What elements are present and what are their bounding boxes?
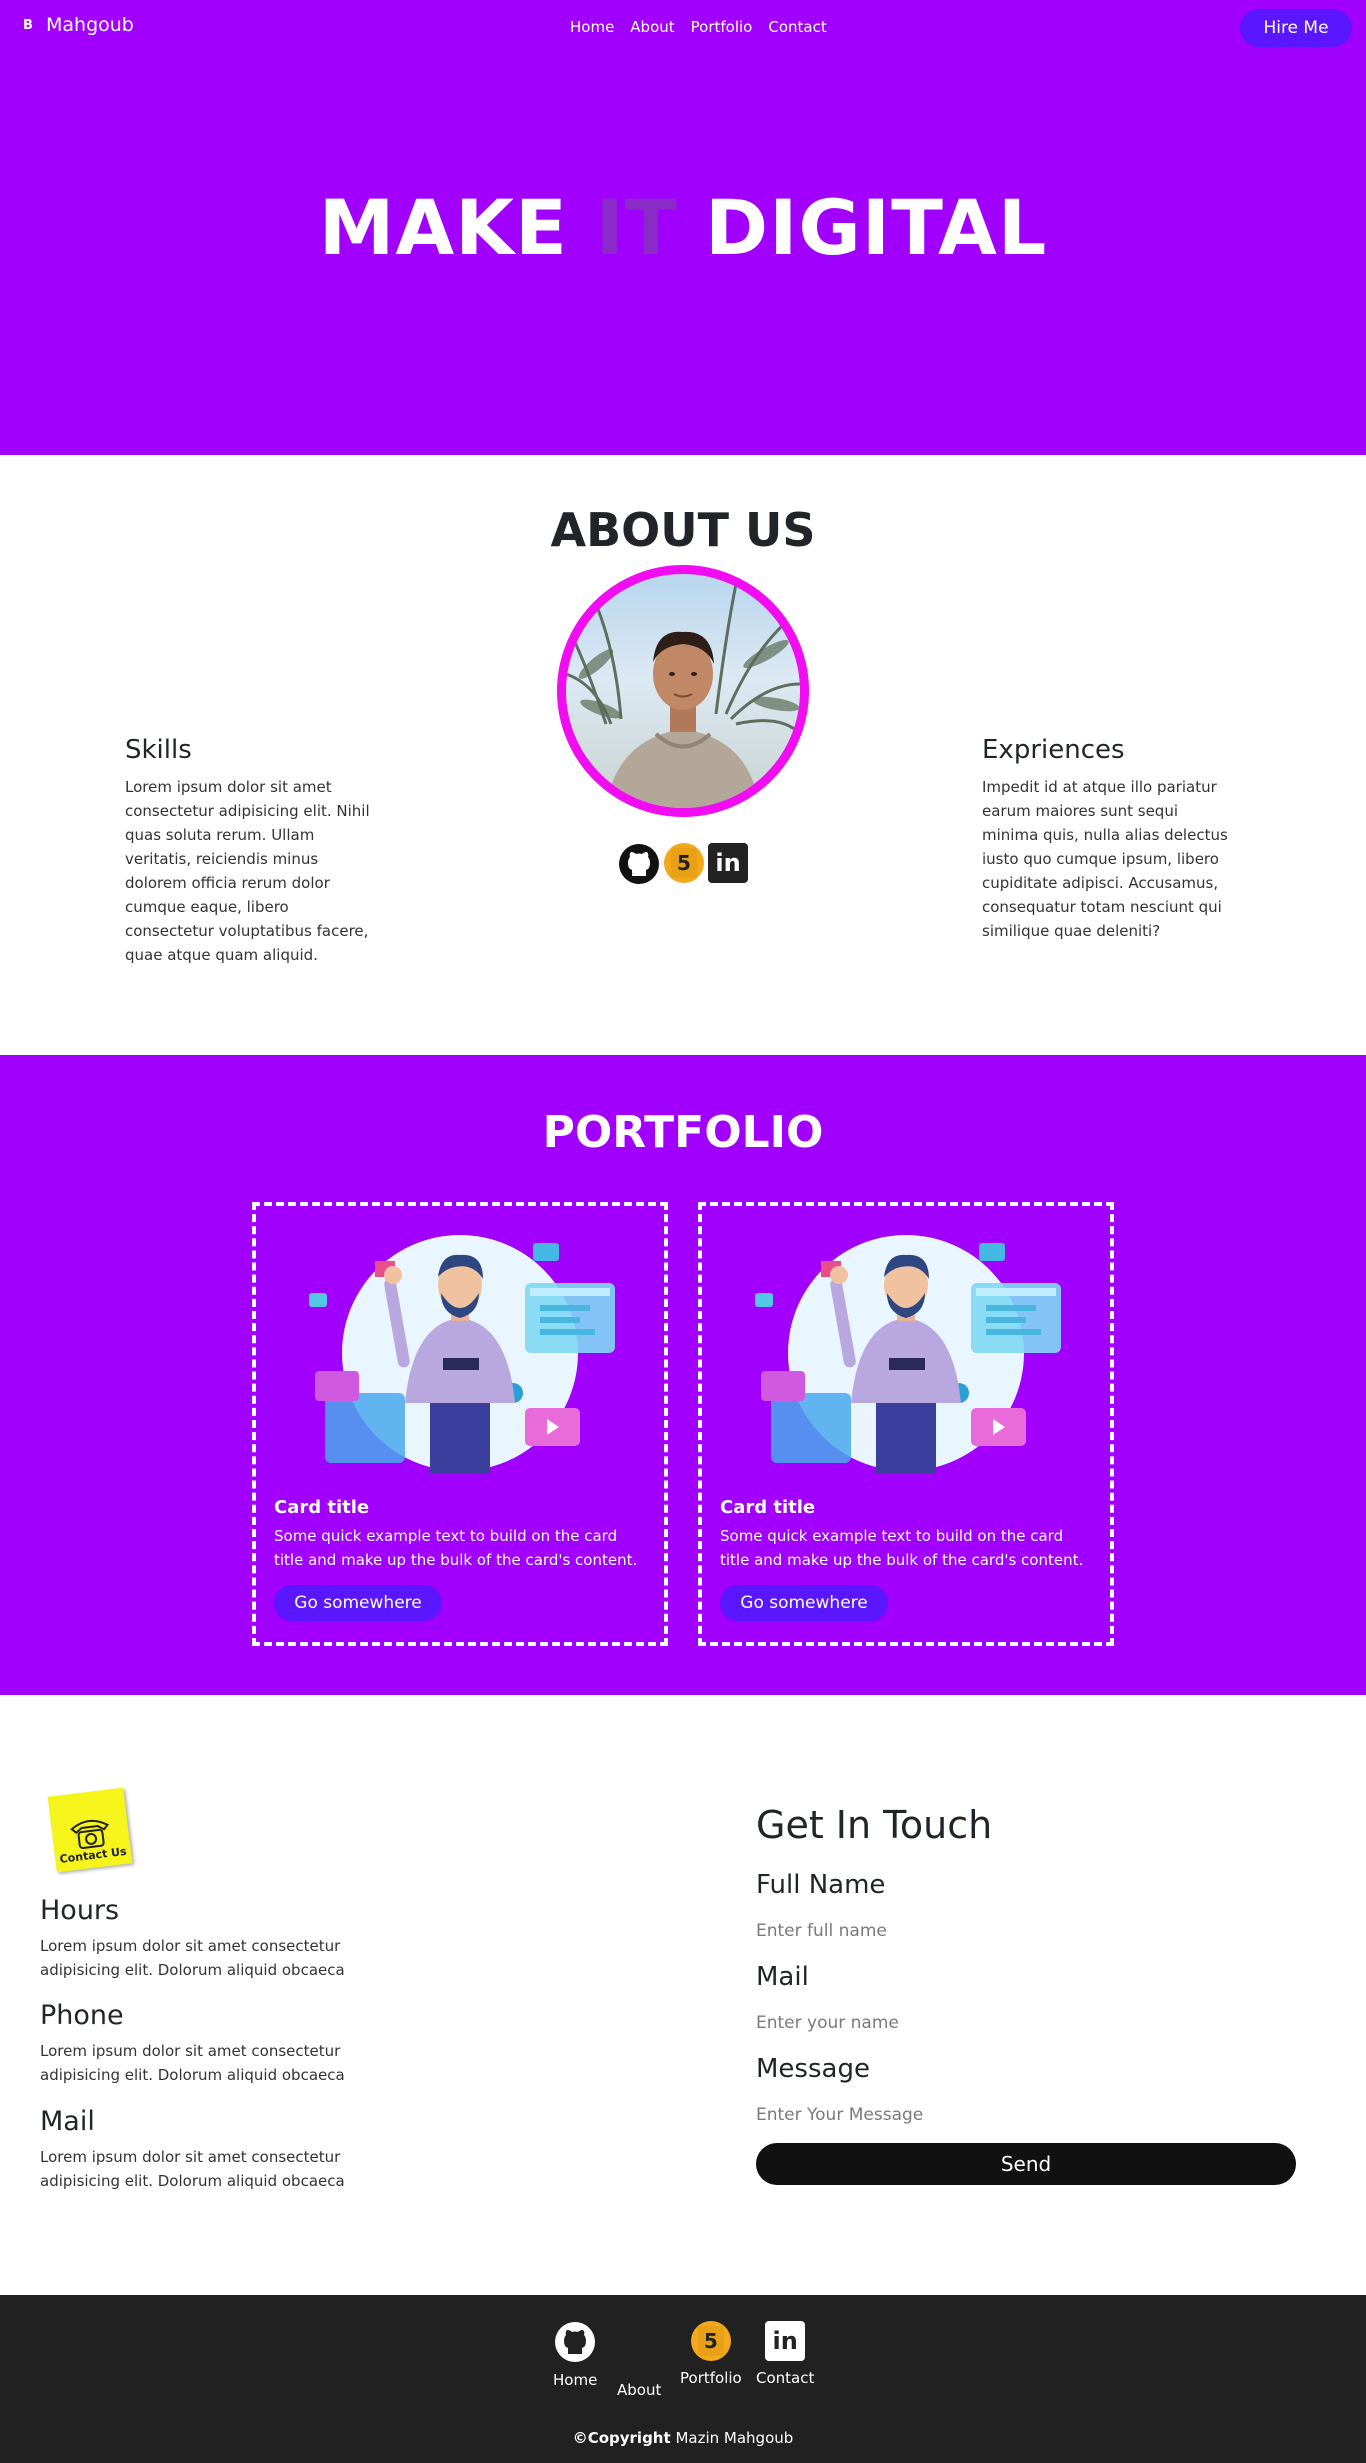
html5-icon[interactable]: 5 bbox=[664, 843, 704, 883]
skills-title: Skills bbox=[125, 735, 192, 765]
html5-icon: 5 bbox=[690, 2321, 731, 2361]
designer-illustration bbox=[755, 1235, 1061, 1473]
card-text: Some quick example text to build on the … bbox=[274, 1527, 638, 1569]
portfolio-title: PORTFOLIO bbox=[542, 1107, 824, 1158]
hours-text: Lorem ipsum dolor sit amet consectetur a… bbox=[40, 1937, 345, 1979]
about-title: ABOUT US bbox=[550, 503, 816, 557]
portfolio-section: PORTFOLIO Card title Some quick example … bbox=[0, 1055, 1366, 1695]
hero-heading: MAKE IT DIGITAL bbox=[319, 183, 1048, 272]
about-section: ABOUT US Skills Lorem ipsum dolor sit am… bbox=[0, 455, 1366, 1055]
card-title: Card title bbox=[720, 1497, 816, 1518]
mail-input[interactable] bbox=[756, 2013, 1296, 2033]
hours-block: Hours Lorem ipsum dolor sit amet consect… bbox=[40, 1895, 360, 1982]
nav-link-home[interactable]: Home bbox=[570, 18, 614, 36]
go-somewhere-button[interactable]: Go somewhere bbox=[720, 1585, 888, 1621]
card-title: Card title bbox=[274, 1497, 370, 1518]
footer-label-about: About bbox=[617, 2381, 662, 2399]
brand-name: Mahgoub bbox=[46, 14, 134, 36]
experiences-text: Impedit id at atque illo pariatur earum … bbox=[982, 778, 1228, 940]
hero-word-digital: DIGITAL bbox=[705, 183, 1048, 272]
footer-label-portfolio: Portfolio bbox=[680, 2369, 742, 2387]
phone-block: Phone Lorem ipsum dolor sit amet consect… bbox=[40, 2000, 360, 2087]
designer-illustration bbox=[309, 1235, 615, 1473]
contact-section: Contact Us Hours Lorem ipsum dolor sit a… bbox=[0, 1695, 1366, 2295]
card-text: Some quick example text to build on the … bbox=[720, 1527, 1084, 1569]
mail-title: Mail bbox=[40, 2106, 95, 2137]
footer: Home About 5 Portfolio in Contact ©Copyr… bbox=[0, 2295, 1366, 2463]
get-in-touch-title: Get In Touch bbox=[756, 1803, 993, 1847]
hero-section: MAKE IT DIGITAL bbox=[0, 0, 1366, 455]
mail-text: Lorem ipsum dolor sit amet consectetur a… bbox=[40, 2148, 345, 2190]
navbar: B Mahgoub Home About Portfolio Contact H… bbox=[0, 0, 1366, 56]
avatar bbox=[557, 565, 809, 817]
nav-link-portfolio[interactable]: Portfolio bbox=[691, 18, 753, 36]
mail-label: Mail bbox=[756, 1962, 809, 1992]
github-icon bbox=[555, 2322, 596, 2362]
portrait-photo bbox=[566, 583, 800, 808]
nav-links: Home About Portfolio Contact bbox=[570, 18, 827, 36]
send-button[interactable]: Send bbox=[756, 2143, 1296, 2185]
card-illustration bbox=[274, 1218, 646, 1488]
portfolio-card: Card title Some quick example text to bu… bbox=[698, 1202, 1114, 1646]
portfolio-card: Card title Some quick example text to bu… bbox=[252, 1202, 668, 1646]
footer-link-home[interactable]: Home bbox=[553, 2321, 597, 2389]
linkedin-icon[interactable]: in bbox=[708, 843, 748, 883]
card-illustration bbox=[720, 1218, 1092, 1488]
go-somewhere-button[interactable]: Go somewhere bbox=[274, 1585, 442, 1621]
full-name-input[interactable] bbox=[756, 1921, 1296, 1941]
experiences-block: Expriences Impedit id at atque illo pari… bbox=[982, 735, 1232, 943]
about-social-links: 5 in bbox=[618, 843, 748, 885]
github-icon[interactable] bbox=[618, 843, 660, 885]
hire-me-button[interactable]: Hire Me bbox=[1240, 9, 1352, 47]
footer-label-home: Home bbox=[553, 2371, 598, 2389]
skills-text: Lorem ipsum dolor sit amet consectetur a… bbox=[125, 778, 370, 964]
footer-link-contact[interactable]: in Contact bbox=[756, 2321, 814, 2387]
mail-block: Mail Lorem ipsum dolor sit amet consecte… bbox=[40, 2106, 360, 2193]
copyright-name: Mazin Mahgoub bbox=[675, 2429, 794, 2447]
footer-link-portfolio[interactable]: 5 Portfolio bbox=[680, 2321, 742, 2387]
phone-text: Lorem ipsum dolor sit amet consectetur a… bbox=[40, 2042, 345, 2084]
experiences-title: Expriences bbox=[982, 735, 1125, 765]
copyright: ©Copyright Mazin Mahgoub bbox=[0, 2429, 1366, 2447]
contact-us-sticky-note: Contact Us bbox=[47, 1787, 133, 1873]
linkedin-icon: in bbox=[765, 2321, 806, 2361]
phone-title: Phone bbox=[40, 2000, 124, 2031]
hero-word-make: MAKE bbox=[318, 183, 568, 272]
skills-block: Skills Lorem ipsum dolor sit amet consec… bbox=[125, 735, 375, 967]
message-label: Message bbox=[756, 2054, 870, 2084]
message-input[interactable] bbox=[756, 2105, 1296, 2125]
brand-logo-icon: B bbox=[23, 17, 33, 33]
nav-link-about[interactable]: About bbox=[630, 18, 674, 36]
brand[interactable]: B Mahgoub bbox=[18, 14, 134, 36]
full-name-label: Full Name bbox=[756, 1870, 886, 1900]
telephone-icon bbox=[70, 1819, 110, 1849]
hero-word-it: IT bbox=[595, 183, 678, 272]
footer-label-contact: Contact bbox=[756, 2369, 815, 2387]
footer-link-about[interactable]: About bbox=[617, 2381, 661, 2399]
hours-title: Hours bbox=[40, 1895, 120, 1926]
nav-link-contact[interactable]: Contact bbox=[768, 18, 826, 36]
copyright-label: ©Copyright bbox=[572, 2429, 671, 2447]
